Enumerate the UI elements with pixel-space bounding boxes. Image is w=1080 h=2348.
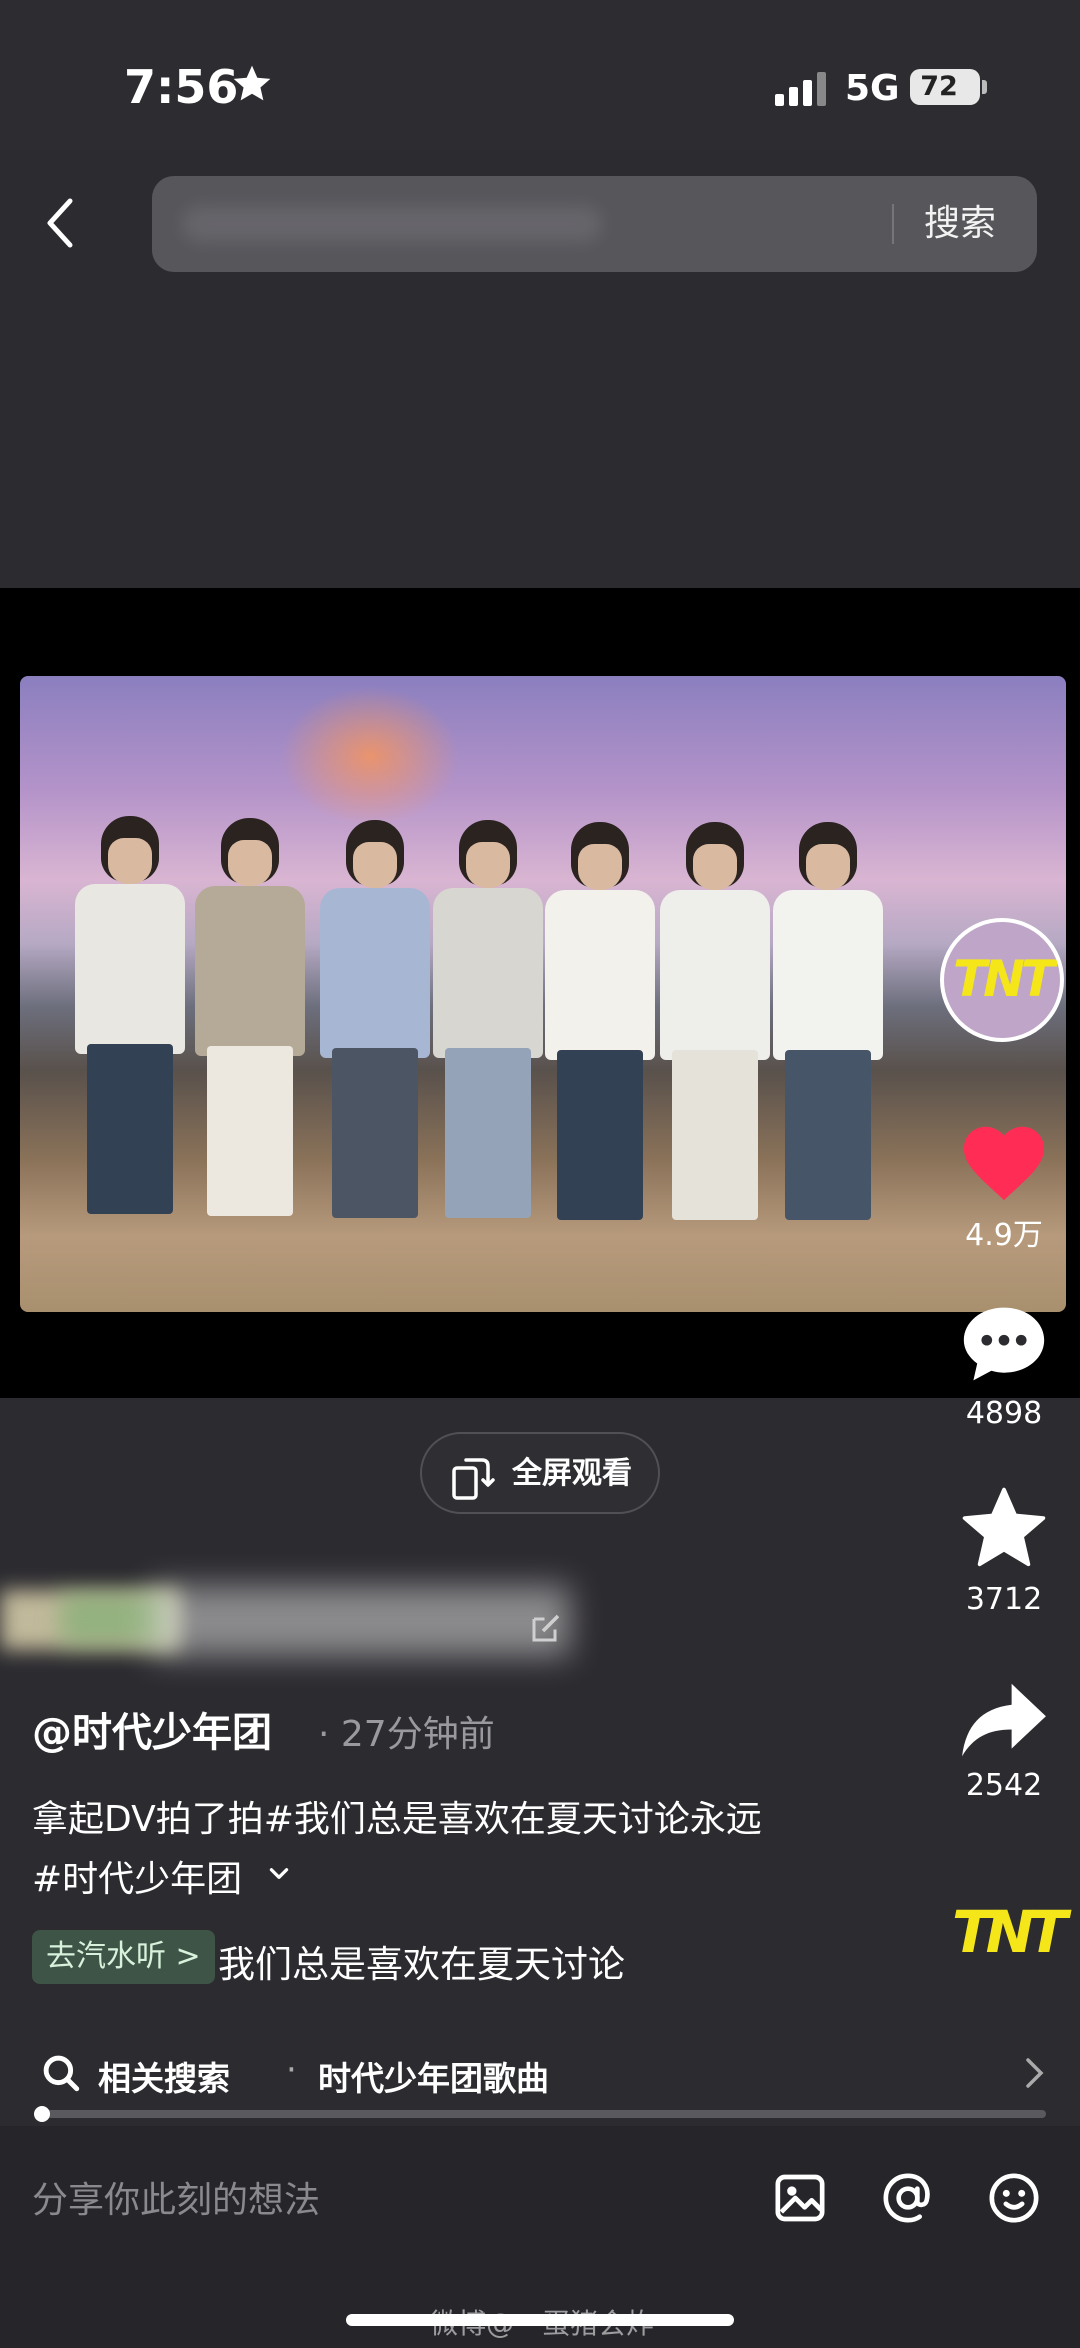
- edit-icon[interactable]: [528, 1610, 564, 1646]
- battery-tip: [982, 80, 987, 94]
- video-frame: [20, 676, 1066, 1312]
- share-count: 2542: [965, 1768, 1043, 1803]
- person-figure: [428, 820, 548, 1220]
- star-icon: [233, 65, 271, 101]
- related-separator: ·: [286, 2050, 297, 2090]
- status-bar: 7:56 5G 72: [0, 0, 1080, 150]
- status-time: 7:56: [124, 60, 239, 114]
- like-count: 4.9万: [965, 1218, 1043, 1253]
- comment-input[interactable]: 分享你此刻的想法: [32, 2176, 732, 2226]
- blur-block: [150, 1586, 570, 1656]
- caption-hashtag[interactable]: #时代少年团: [32, 1850, 242, 1902]
- progress-knob[interactable]: [34, 2106, 50, 2122]
- person-figure: [768, 822, 888, 1222]
- person-figure: [540, 822, 660, 1222]
- video-progress-bar[interactable]: [38, 2110, 1046, 2118]
- caption-text[interactable]: 拿起DV拍了拍#我们总是喜欢在夏天讨论永远: [32, 1790, 762, 1842]
- chevron-down-icon[interactable]: [266, 1860, 292, 1886]
- battery-level: 72: [920, 71, 958, 102]
- battery-icon: 72: [910, 69, 980, 105]
- search-icon: [43, 2055, 80, 2092]
- fullscreen-button[interactable]: 全屏观看: [420, 1432, 660, 1514]
- person-figure: [655, 822, 775, 1222]
- favorite-button[interactable]: 3712: [934, 1484, 1074, 1617]
- comment-icon: [963, 1307, 1045, 1381]
- favorite-count: 3712: [965, 1582, 1043, 1617]
- favorite-star-icon: [962, 1487, 1046, 1567]
- related-search-bar[interactable]: 相关搜索 · 时代少年团歌曲: [40, 2048, 1050, 2098]
- search-input[interactable]: 搜索: [152, 176, 1037, 272]
- comment-count: 4898: [965, 1396, 1043, 1431]
- back-icon[interactable]: [40, 195, 80, 251]
- fullscreen-label: 全屏观看: [512, 1456, 632, 1491]
- image-icon[interactable]: [772, 2170, 828, 2226]
- brand-logo[interactable]: TNT: [952, 1898, 1068, 1966]
- comment-button[interactable]: 4898: [934, 1300, 1074, 1431]
- search-divider: [892, 204, 894, 244]
- author-username[interactable]: @时代少年团: [32, 1700, 272, 1758]
- music-source-tag[interactable]: 去汽水听 >: [32, 1930, 215, 1984]
- emoji-icon[interactable]: [986, 2170, 1042, 2226]
- related-search-topic: 时代少年团歌曲: [318, 2059, 549, 2098]
- related-search-label: 相关搜索: [98, 2059, 230, 2098]
- avatar-logo: TNT: [952, 950, 1055, 1008]
- heart-icon: [963, 1126, 1045, 1201]
- person-figure: [190, 818, 310, 1218]
- author-avatar[interactable]: TNT: [940, 918, 1064, 1042]
- search-query-blurred: [182, 206, 602, 242]
- person-figure: [315, 820, 435, 1220]
- like-button[interactable]: 4.9万: [934, 1118, 1074, 1254]
- share-button[interactable]: 2542: [934, 1680, 1074, 1803]
- person-figure: [70, 816, 190, 1216]
- network-type: 5G: [845, 68, 900, 109]
- chevron-right-icon: [1026, 2058, 1044, 2088]
- share-icon: [962, 1683, 1046, 1757]
- post-time: · 27分钟前: [318, 1714, 495, 1755]
- sky-glow: [280, 686, 460, 826]
- music-title[interactable]: 我们总是喜欢在夏天讨论: [218, 1934, 625, 1988]
- rotate-screen-icon: [452, 1458, 495, 1500]
- mention-icon[interactable]: [880, 2170, 936, 2226]
- signal-icon: [775, 72, 826, 106]
- search-button[interactable]: 搜索: [924, 198, 996, 250]
- home-indicator[interactable]: [346, 2314, 734, 2326]
